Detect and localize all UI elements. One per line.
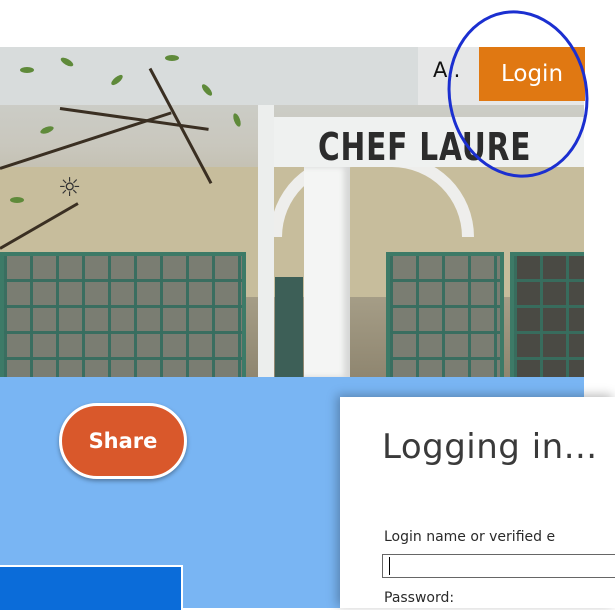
sun-logo-icon: ☼: [58, 173, 82, 203]
window-right: [510, 252, 584, 377]
window-left: [0, 252, 246, 377]
tree-branch: [59, 107, 209, 131]
user-name-abbrev: A..: [433, 58, 461, 82]
pillar-main: [304, 167, 350, 377]
login-button[interactable]: Login: [479, 47, 585, 101]
leaf: [20, 67, 34, 73]
window-center: [386, 252, 504, 377]
username-input[interactable]: [382, 554, 615, 578]
dialog-title: Logging in...: [382, 427, 598, 467]
building-sign-text: CHEF LAURE: [318, 125, 532, 169]
leaf: [39, 124, 55, 136]
nav-menu-box[interactable]: [0, 565, 183, 610]
text-caret: [389, 557, 390, 575]
leaf: [10, 197, 24, 203]
leaf: [231, 112, 243, 128]
pillar-left: [258, 105, 274, 377]
doorway: [275, 277, 303, 377]
password-label: Password:: [384, 590, 455, 606]
share-button[interactable]: Share: [59, 403, 187, 479]
leaf: [165, 55, 179, 61]
username-label: Login name or verified e: [384, 529, 556, 545]
